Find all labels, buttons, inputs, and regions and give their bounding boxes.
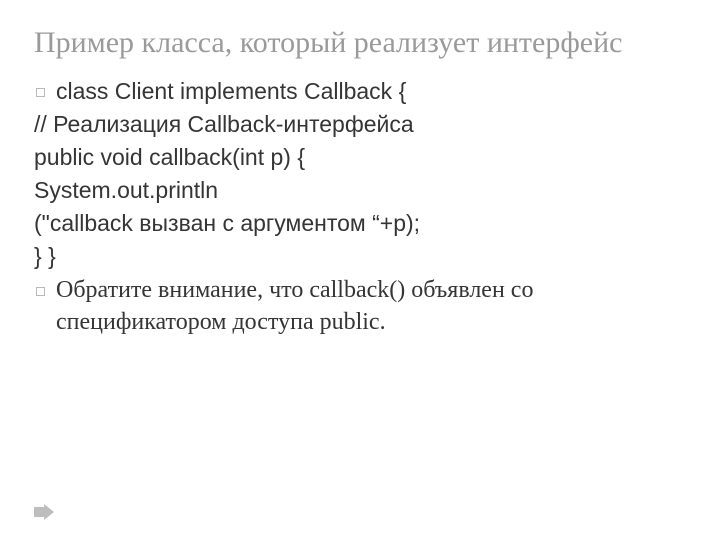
code-line: } } (34, 241, 686, 272)
footer-arrow-icon (34, 504, 54, 520)
slide-title: Пример класса, который реализует интерфе… (34, 24, 686, 62)
bullet-item-code-start: class Client implements Callback { (34, 76, 686, 107)
bullet-square-icon (36, 287, 45, 296)
bullet-item-note: Обратите внимание, что callback() объявл… (34, 274, 686, 339)
code-line: ("callback вызван с аргументом “+p); (34, 208, 686, 239)
bullet-square-icon (36, 88, 45, 97)
note-text: Обратите внимание, что callback() объявл… (56, 277, 533, 335)
slide-body: class Client implements Callback { // Ре… (34, 76, 686, 339)
slide: Пример класса, который реализует интерфе… (0, 0, 720, 540)
code-line: System.out.println (34, 175, 686, 206)
code-line: // Реализация Callback-интерфейса (34, 109, 686, 140)
code-line: class Client implements Callback { (56, 78, 406, 104)
code-line: public void callback(int p) { (34, 142, 686, 173)
